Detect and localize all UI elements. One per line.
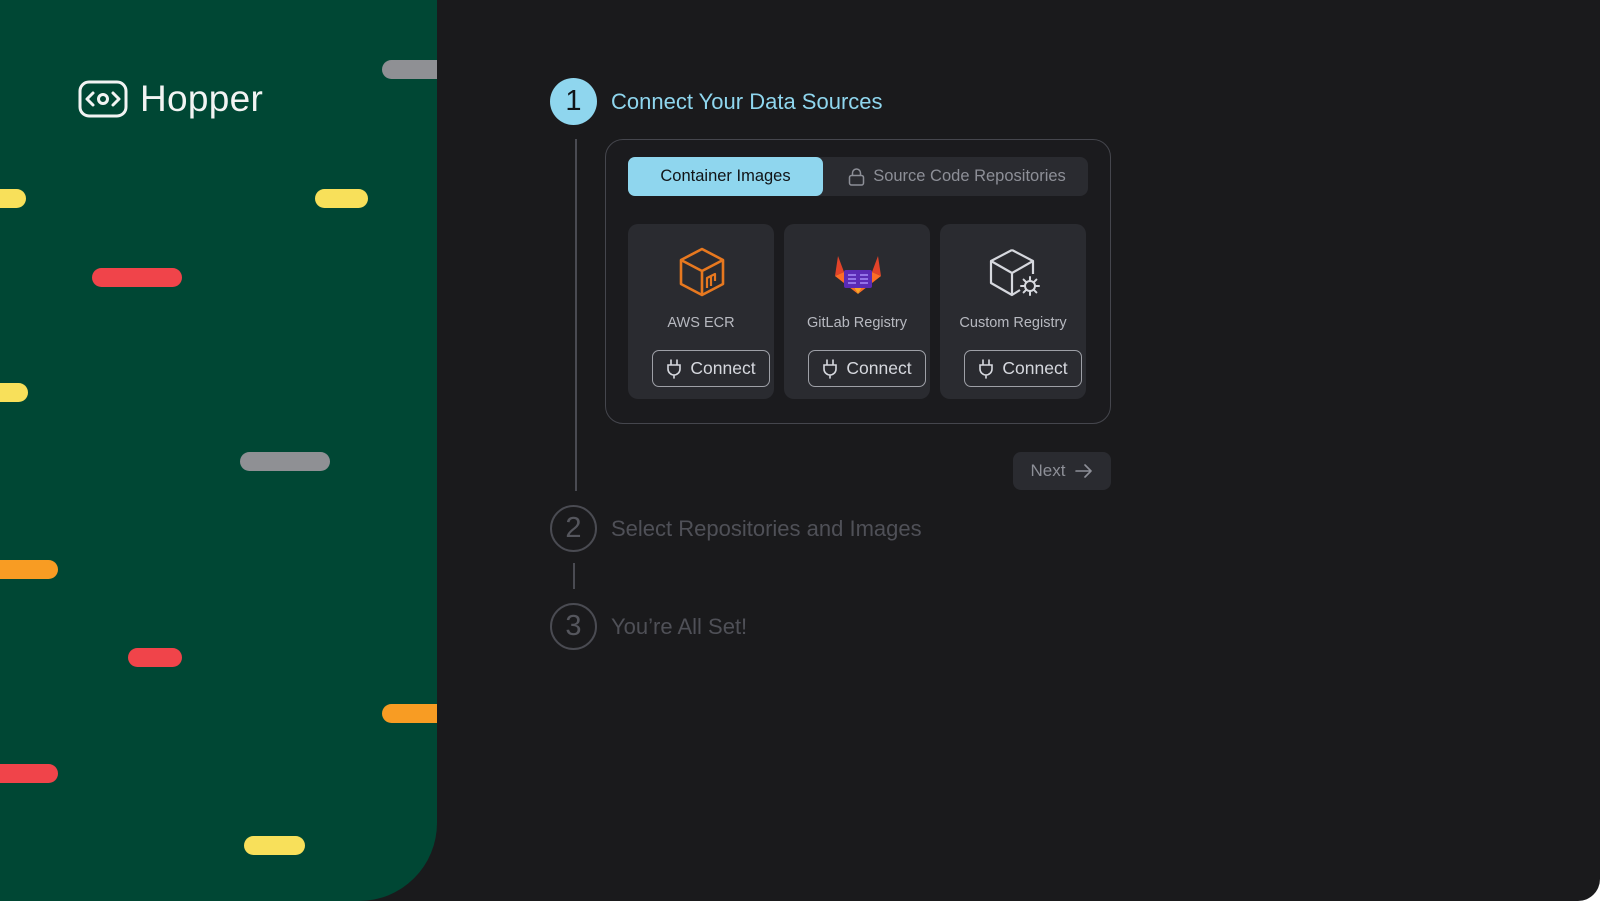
lock-icon [848,167,865,186]
aws-ecr-icon [679,247,725,297]
arrow-right-icon [1075,464,1093,478]
connect-aws-ecr-button[interactable]: Connect [652,350,770,387]
provider-card-aws-ecr: AWS ECR Connect [628,224,774,399]
connect-label: Connect [846,358,912,378]
connect-label: Connect [690,358,756,378]
step-3-title: You’re All Set! [611,614,748,639]
decor-pill-red [92,268,182,287]
data-sources-card: Container Images Source Code Repositorie… [605,139,1111,424]
tab-label: Container Images [660,167,791,185]
tab-label: Source Code Repositories [873,167,1066,185]
provider-name: GitLab Registry [807,315,907,331]
plug-icon [823,358,838,379]
decor-pill-gray [382,60,437,79]
source-type-tabs: Container Images Source Code Repositorie… [628,157,1088,196]
step-connector [573,563,575,589]
step-2-number: 2 [565,512,582,544]
connect-gitlab-registry-button[interactable]: Connect [808,350,926,387]
decor-pill-orange [382,704,437,723]
hopper-logo-icon [78,80,128,118]
provider-name: AWS ECR [667,315,735,331]
decor-pill-yellow [244,836,305,855]
step-1-number: 1 [565,85,582,117]
next-label: Next [1030,461,1066,480]
provider-card-gitlab-registry: GitLab Registry Connect [784,224,930,399]
provider-card-custom-registry: Custom Registry Connect [940,224,1086,399]
decor-pill-gray [240,452,330,471]
step-connector [575,139,577,491]
plug-icon [667,358,682,379]
hopper-logo: Hopper [78,78,263,120]
next-button[interactable]: Next [1013,452,1111,490]
tab-container-images[interactable]: Container Images [628,157,823,196]
decor-pill-yellow [315,189,368,208]
gitlab-icon [835,256,881,294]
connect-label: Connect [1002,358,1068,378]
step-3-indicator: 3 [550,603,597,650]
decor-pill-red [128,648,182,667]
brand-panel: Hopper [0,0,437,901]
step-3-number: 3 [565,610,582,642]
step-1-title: Connect Your Data Sources [611,89,883,114]
provider-name: Custom Registry [959,315,1067,331]
plug-icon [979,358,994,379]
step-2-title: Select Repositories and Images [611,516,922,541]
app-window: Hopper 1 Connect Your Data Sources 2 Sel… [0,0,1600,901]
brand-name: Hopper [140,78,264,119]
step-1-indicator: 1 [550,78,597,125]
decor-pill-orange [0,560,58,579]
tab-source-code-repositories[interactable]: Source Code Repositories [831,157,1083,196]
box-gear-icon [989,249,1040,297]
connect-custom-registry-button[interactable]: Connect [964,350,1082,387]
decor-pill-yellow [0,189,26,208]
decor-pill-red [0,764,58,783]
decor-pill-yellow [0,383,28,402]
step-2-indicator: 2 [550,505,597,552]
